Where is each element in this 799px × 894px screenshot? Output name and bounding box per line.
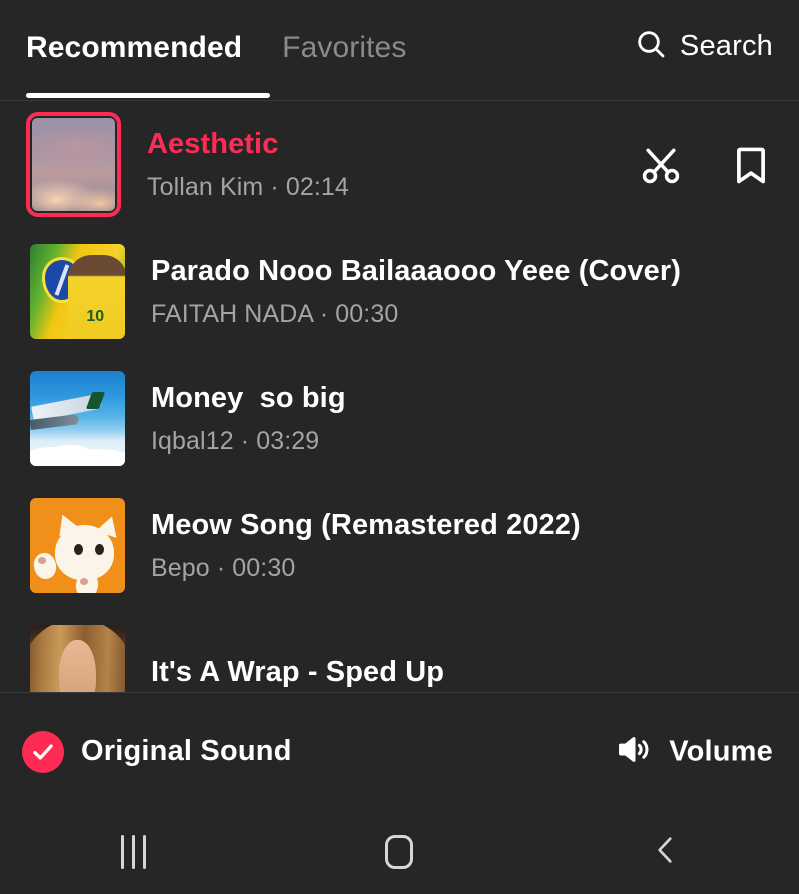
tab-bar: Recommended Favorites: [26, 0, 446, 96]
tab-favorites[interactable]: Favorites: [282, 31, 406, 65]
active-tab-indicator: [26, 93, 270, 98]
row-action-group: [639, 143, 773, 187]
original-sound-toggle[interactable]: Original Sound: [22, 730, 292, 773]
sound-thumbnail[interactable]: [30, 625, 125, 692]
bottom-action-bar: Original Sound Volume: [0, 692, 799, 810]
android-navigation-bar: [0, 810, 799, 894]
search-icon: [635, 28, 667, 65]
home-icon: [385, 835, 414, 869]
list-item[interactable]: Aesthetic Tollan Kim · 02:14: [0, 101, 799, 228]
recents-icon: [120, 835, 146, 869]
sound-title: Meow Song (Remastered 2022): [151, 508, 581, 541]
sound-title: Money so big: [151, 381, 346, 414]
jersey-number: 10: [86, 307, 105, 325]
sound-thumbnail[interactable]: [30, 498, 125, 593]
sound-meta: Meow Song (Remastered 2022) Bepo · 00:30: [151, 509, 799, 583]
album-art: 10: [30, 244, 125, 339]
search-label: Search: [679, 30, 773, 62]
wingtip-shape: [85, 391, 106, 409]
cloud-shape: [47, 445, 93, 463]
sound-meta: Parado Nooo Bailaaaooo Yeee (Cover) FAIT…: [151, 255, 799, 329]
sound-title: It's A Wrap - Sped Up: [151, 656, 445, 688]
sound-subtitle: Iqbal12 · 03:29: [151, 426, 320, 455]
sound-list[interactable]: Aesthetic Tollan Kim · 02:14 10 Parado N…: [0, 101, 799, 692]
list-item[interactable]: Money so big Iqbal12 · 03:29: [0, 355, 799, 482]
tab-recommended[interactable]: Recommended: [26, 31, 242, 65]
list-item[interactable]: It's A Wrap - Sped Up: [0, 609, 799, 692]
cat-eye-shape: [73, 543, 83, 555]
album-art: [30, 371, 125, 466]
sound-subtitle: FAITAH NADA · 00:30: [151, 299, 399, 328]
header-bar: Recommended Favorites Search: [0, 0, 799, 101]
back-icon: [649, 833, 683, 872]
cat-eye-shape: [94, 543, 104, 555]
original-sound-label: Original Sound: [81, 735, 292, 767]
album-art: [30, 625, 125, 692]
back-button[interactable]: [533, 810, 799, 894]
face-shape: [59, 640, 96, 692]
list-item[interactable]: 10 Parado Nooo Bailaaaooo Yeee (Cover) F…: [0, 228, 799, 355]
music-picker-screen: Recommended Favorites Search Aesthetic T…: [0, 0, 799, 894]
bookmark-sound-button[interactable]: [729, 143, 773, 187]
sound-thumbnail[interactable]: 10: [30, 244, 125, 339]
volume-button[interactable]: Volume: [615, 730, 773, 773]
volume-label: Volume: [669, 735, 773, 767]
speaker-icon: [615, 730, 653, 773]
list-item[interactable]: Meow Song (Remastered 2022) Bepo · 00:30: [0, 482, 799, 609]
check-circle-icon: [22, 730, 64, 773]
tab-recommended-label: Recommended: [26, 31, 243, 64]
home-button[interactable]: [266, 810, 532, 894]
sound-subtitle: Bepo · 00:30: [151, 553, 296, 582]
trim-sound-button[interactable]: [639, 143, 683, 187]
album-art: [32, 118, 115, 211]
sound-thumbnail[interactable]: [30, 371, 125, 466]
search-button[interactable]: Search: [635, 28, 773, 65]
sound-thumbnail-selected[interactable]: [26, 112, 121, 217]
tab-favorites-label: Favorites: [282, 31, 407, 64]
album-art: [30, 498, 125, 593]
sound-meta: Money so big Iqbal12 · 03:29: [151, 382, 799, 456]
sound-meta: It's A Wrap - Sped Up: [151, 656, 799, 689]
player-shape: [68, 255, 125, 339]
recents-button[interactable]: [0, 810, 266, 894]
cat-paw-pad: [37, 556, 46, 564]
sound-title: Parado Nooo Bailaaaooo Yeee (Cover): [151, 254, 681, 287]
